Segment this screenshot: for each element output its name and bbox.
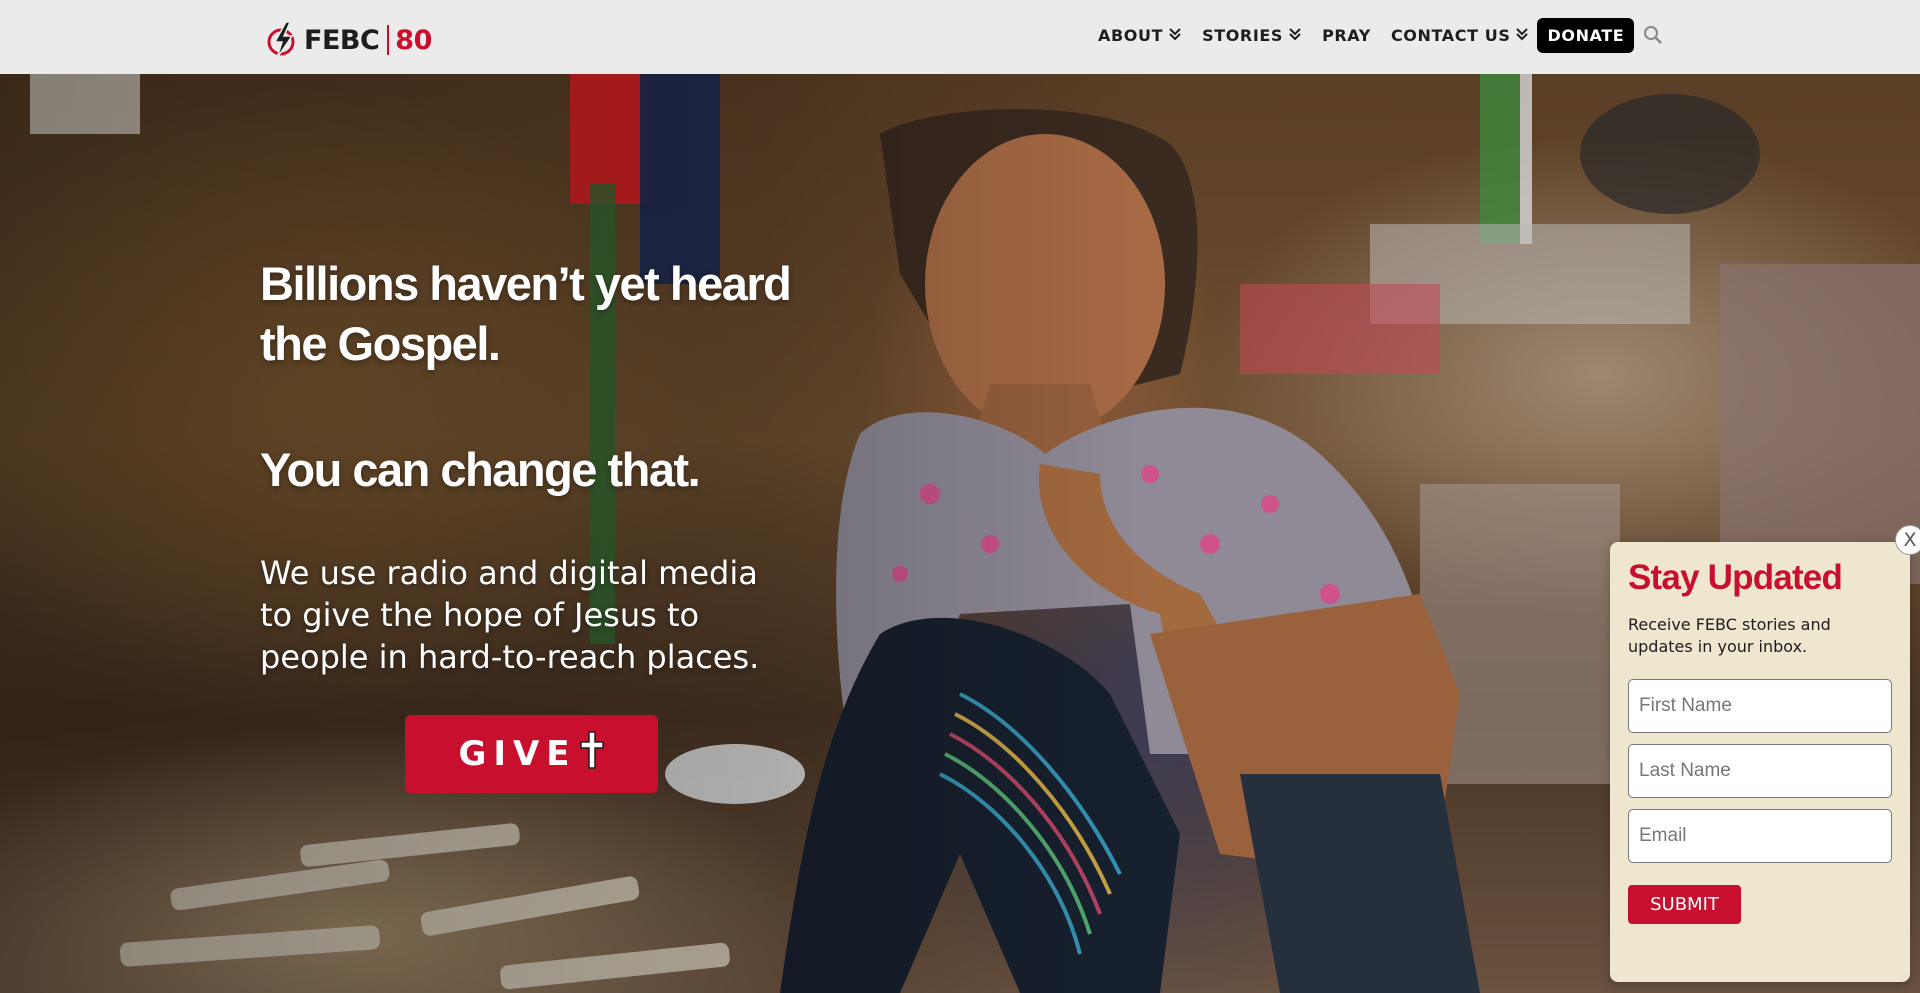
- popup-title: Stay Updated: [1628, 558, 1843, 597]
- first-name-field[interactable]: [1628, 679, 1892, 733]
- cross-icon: [579, 730, 605, 779]
- nav-item-stories[interactable]: STORIES: [1202, 26, 1302, 45]
- submit-button[interactable]: SUBMIT: [1628, 885, 1741, 924]
- hero-subhead: You can change that.: [260, 443, 701, 496]
- donate-button[interactable]: DONATE: [1537, 17, 1635, 53]
- nav-item-about[interactable]: ABOUT: [1098, 26, 1182, 45]
- nav-about-label: ABOUT: [1098, 25, 1164, 45]
- give-label: GIVE: [458, 734, 577, 774]
- nav-contact-label: CONTACT US: [1390, 25, 1511, 45]
- email-field[interactable]: [1628, 809, 1892, 863]
- hero-body-text: We use radio and digital media to give t…: [260, 554, 760, 676]
- logo-divider: [387, 25, 390, 55]
- double-chevron-down-icon: [1168, 26, 1182, 45]
- nav-item-contact[interactable]: CONTACT US: [1391, 26, 1530, 45]
- febc-lightning-logo-icon: [267, 21, 295, 59]
- main-nav: ABOUT STORIES PRAY CONTACT US DONATE: [1098, 17, 1664, 53]
- newsletter-popup: Stay Updated Receive FEBC stories and up…: [1610, 542, 1910, 982]
- search-icon[interactable]: [1642, 24, 1664, 46]
- febc-80-logo[interactable]: FEBC 80: [266, 20, 432, 60]
- logo-anniversary-text: 80: [395, 24, 432, 56]
- popup-description: Receive FEBC stories and updates in your…: [1628, 615, 1831, 656]
- logo-brand-text: FEBC: [304, 24, 380, 56]
- hero-headline: Billions haven’t yet heard the Gospel.: [260, 257, 792, 370]
- nav-stories-label: STORIES: [1202, 25, 1284, 45]
- last-name-field[interactable]: [1628, 744, 1892, 798]
- double-chevron-down-icon: [1288, 26, 1302, 45]
- site-header: FEBC 80 ABOUT STORIES PRAY CONTACT US DO…: [0, 0, 1920, 74]
- popup-close-button[interactable]: X: [1895, 525, 1920, 555]
- nav-pray-label: PRAY: [1322, 25, 1371, 45]
- nav-item-pray[interactable]: PRAY: [1322, 26, 1371, 45]
- give-button[interactable]: GIVE: [405, 715, 658, 793]
- double-chevron-down-icon: [1515, 26, 1529, 45]
